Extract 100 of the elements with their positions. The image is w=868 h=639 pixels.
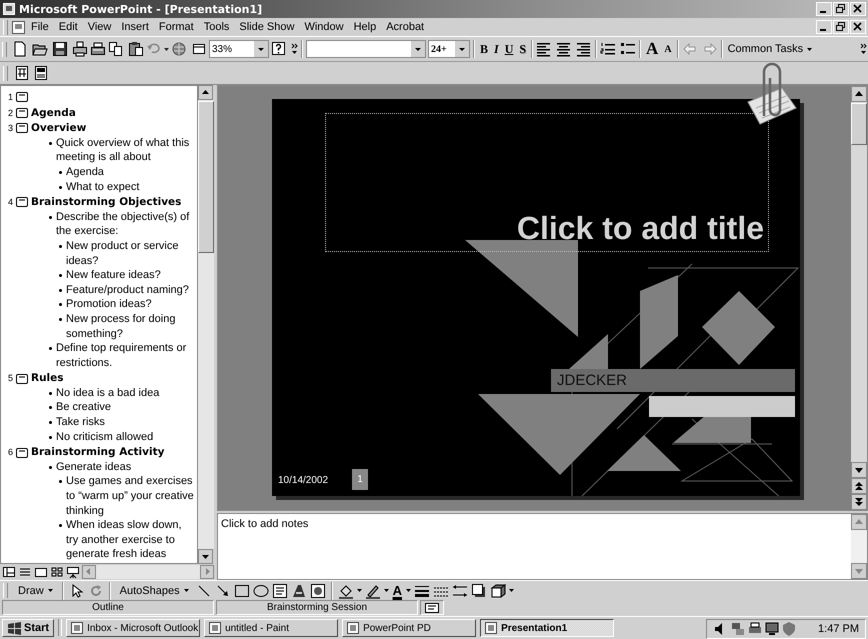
caret-icon[interactable] (48, 589, 53, 592)
expand-icon[interactable] (14, 65, 30, 81)
scroll-down-button[interactable] (851, 462, 867, 478)
caret-icon[interactable] (356, 589, 362, 592)
scrollbar-thumb[interactable] (851, 103, 867, 145)
slide-title[interactable]: Overview (31, 121, 86, 136)
autoshapes-menu-button[interactable]: AutoShapes (116, 580, 193, 600)
arrow-icon[interactable] (214, 582, 231, 598)
minimize-button[interactable] (816, 2, 832, 16)
normal-view-icon[interactable] (2, 565, 16, 579)
globe-icon[interactable] (171, 41, 187, 57)
line-icon[interactable] (196, 582, 212, 598)
caret-icon[interactable] (509, 589, 514, 592)
outline-pane[interactable] (0, 85, 198, 564)
previous-slide-button[interactable] (851, 478, 867, 494)
slide[interactable]: Click to add title JDECKER 10/14/2002 1 (272, 99, 800, 496)
notes-pane[interactable]: Click to add notes (218, 514, 851, 579)
zoom-dropdown[interactable]: 33% (209, 40, 269, 58)
rectangle-icon[interactable] (234, 582, 250, 598)
menu-item[interactable]: Acrobat (381, 21, 430, 33)
minimize-button[interactable] (816, 20, 832, 34)
restore-button[interactable] (833, 20, 849, 34)
taskbar-button[interactable]: PowerPoint PD (342, 619, 476, 637)
align-center-icon[interactable] (556, 41, 572, 57)
underline-button[interactable]: U (502, 39, 516, 59)
notes-prompt[interactable]: Click to add notes (221, 518, 308, 530)
italic-button[interactable]: I (492, 39, 501, 59)
menu-item[interactable]: Help (348, 21, 382, 33)
document-icon[interactable] (11, 20, 26, 34)
slide-title[interactable]: Rules (31, 371, 64, 386)
slide-title[interactable]: Brainstorming Objectives (31, 195, 182, 210)
align-left-icon[interactable] (536, 41, 552, 57)
slide-icon[interactable] (16, 123, 28, 134)
menu-item[interactable]: Format (154, 21, 199, 33)
caret-icon[interactable] (384, 589, 389, 592)
slide-show-icon[interactable] (66, 565, 80, 579)
increase-font-size-button[interactable]: A (644, 39, 660, 59)
caret-icon[interactable] (807, 48, 812, 50)
slide-icon[interactable] (16, 448, 28, 458)
menu-item[interactable]: Insert (116, 21, 154, 33)
pen-icon[interactable] (364, 582, 381, 598)
save-icon[interactable] (52, 41, 68, 57)
scroll-down-button[interactable] (198, 549, 213, 564)
bold-button[interactable]: B (478, 39, 490, 59)
taskbar-button[interactable]: Presentation1 (480, 619, 614, 637)
draw-menu-button[interactable]: Draw (14, 580, 57, 600)
shadow-button[interactable]: S (517, 39, 528, 59)
3d-icon[interactable] (490, 582, 506, 598)
bullets-icon[interactable] (620, 41, 636, 57)
chevron-icon[interactable] (291, 43, 298, 55)
slide-icon[interactable] (16, 374, 28, 384)
oval-icon[interactable] (252, 582, 269, 598)
align-right-icon[interactable] (576, 41, 592, 57)
printer-icon[interactable] (90, 41, 106, 57)
caret-icon[interactable] (184, 589, 189, 592)
slide-title-prompt[interactable]: Click to add title (516, 209, 764, 247)
close-button[interactable] (850, 2, 866, 16)
scroll-up-button[interactable] (198, 85, 213, 100)
slide-view-icon[interactable] (34, 565, 48, 579)
slide-icon[interactable] (16, 197, 28, 208)
slide-sorter-icon[interactable] (50, 565, 64, 579)
shadow-icon[interactable] (471, 582, 487, 598)
menu-item[interactable]: Window (299, 21, 349, 33)
menu-item[interactable]: Edit (54, 21, 83, 33)
printer-document-icon[interactable] (72, 41, 88, 57)
arrow-style-icon[interactable] (452, 582, 468, 598)
bullet-icon (59, 480, 62, 484)
menu-item[interactable]: Slide Show (234, 21, 300, 33)
slide-icon[interactable] (16, 92, 28, 102)
paste-icon[interactable] (128, 41, 144, 57)
help-icon[interactable] (271, 41, 287, 57)
numbering-icon[interactable] (600, 41, 616, 57)
start-button[interactable]: Start (2, 619, 54, 637)
slide-title[interactable]: Brainstorming Activity (31, 445, 164, 460)
close-button[interactable] (850, 20, 866, 34)
text-box-icon[interactable] (272, 582, 288, 598)
decrease-font-size-button[interactable]: A (662, 39, 674, 59)
menu-item[interactable]: Tools (198, 21, 234, 33)
monitor-icon[interactable] (764, 621, 780, 637)
app-icon (208, 621, 222, 635)
copy-icon[interactable] (108, 41, 124, 57)
font-color-button[interactable]: A (392, 580, 403, 600)
restore-button[interactable] (833, 2, 849, 16)
font-size-dropdown[interactable]: 24+ (428, 40, 470, 58)
collapse-icon[interactable] (33, 65, 49, 81)
slide-icon[interactable] (16, 108, 28, 118)
new-document-icon[interactable] (12, 41, 28, 57)
menu-item[interactable]: View (82, 21, 116, 33)
window-icon[interactable] (191, 41, 207, 57)
chevron-icon[interactable] (860, 43, 867, 55)
menu-item[interactable]: File (26, 21, 54, 33)
scrollbar-thumb[interactable] (198, 101, 214, 253)
taskbar-button[interactable]: untitled - Paint (204, 619, 338, 637)
caret-icon[interactable] (164, 48, 169, 50)
next-slide-button[interactable] (851, 494, 867, 510)
slide-title[interactable]: Agenda (31, 106, 76, 120)
scroll-up-button[interactable] (851, 86, 867, 102)
taskbar-button[interactable]: Inbox - Microsoft Outlook (66, 619, 200, 637)
common-tasks-button[interactable]: Common Tasks (726, 39, 814, 59)
caret-icon[interactable] (406, 589, 411, 592)
